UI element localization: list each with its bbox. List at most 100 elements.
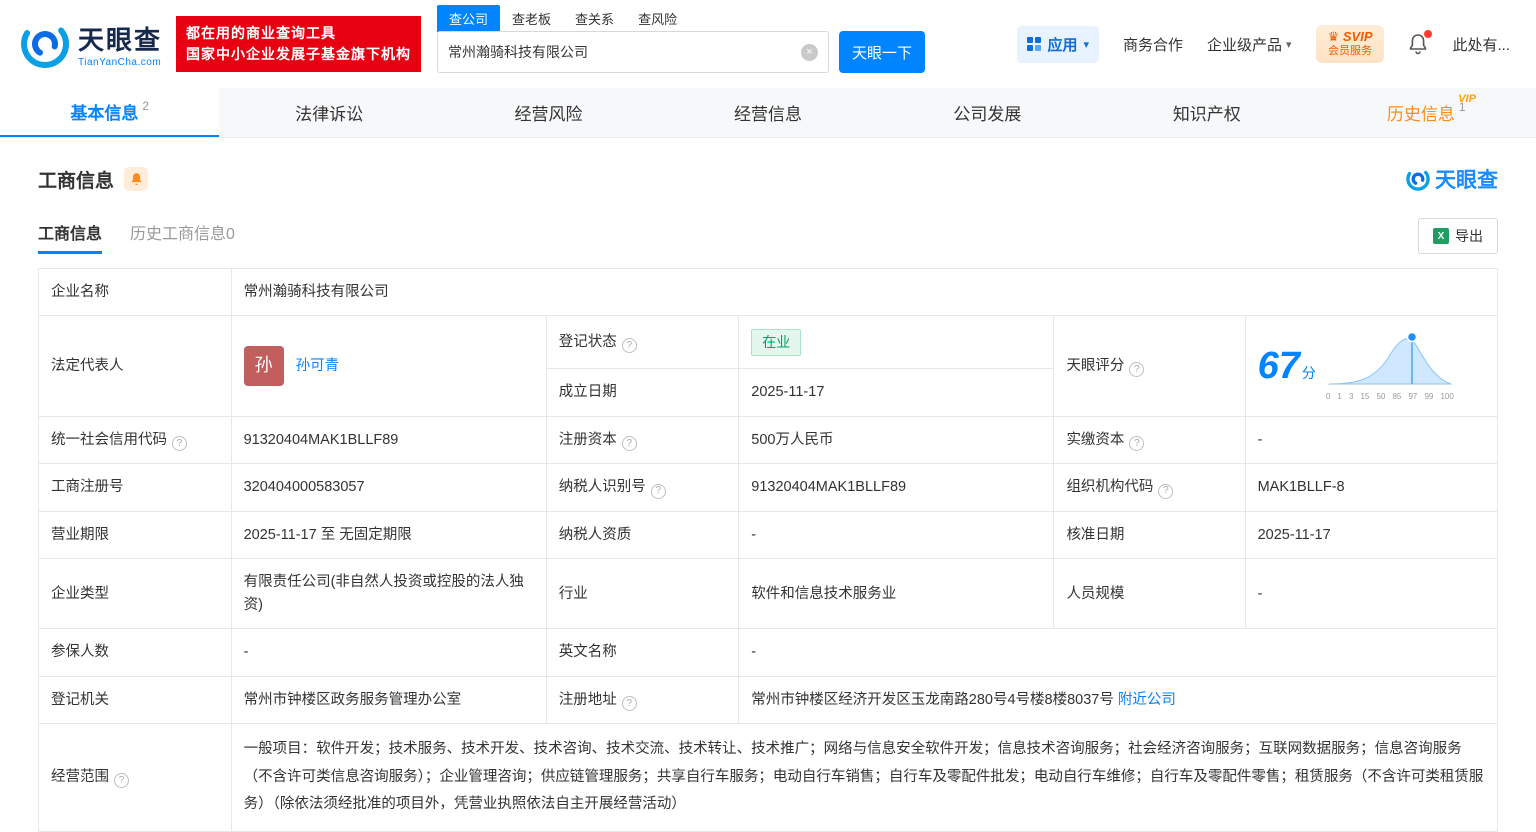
search-row: × 天眼一下: [437, 31, 926, 73]
tab-intellectual-property[interactable]: 知识产权: [1097, 88, 1316, 137]
reg-capital-label-text: 注册资本: [558, 431, 617, 448]
subtab-history-business-info[interactable]: 历史工商信息0: [130, 220, 235, 254]
axis-tick: 99: [1424, 392, 1434, 402]
clear-search-icon[interactable]: ×: [801, 43, 819, 61]
tab-operation-info[interactable]: 经营信息: [658, 88, 877, 137]
tab-operation-info-label: 经营信息: [733, 105, 802, 124]
notification-bell[interactable]: [1408, 30, 1433, 55]
avatar: 孙: [243, 346, 284, 387]
search-box: ×: [437, 31, 830, 73]
business-term-label: 营业期限: [38, 510, 232, 560]
subtab-business-info[interactable]: 工商信息: [38, 220, 103, 254]
tab-history-info-label: 历史信息: [1386, 105, 1455, 124]
tab-history-info[interactable]: VIP 历史信息 1: [1317, 88, 1536, 137]
tab-legal-litigation-label: 法律诉讼: [295, 105, 364, 124]
score-unit: 分: [1301, 364, 1316, 381]
score-axis-labels: 0 1 3 15 50 85 97 99 100: [1326, 391, 1454, 403]
axis-tick: 1: [1337, 392, 1342, 402]
reg-capital-value: 500万人民币: [738, 415, 1055, 465]
nearby-companies-link[interactable]: 附近公司: [1118, 692, 1176, 708]
enterprise-products-link[interactable]: 企业级产品 ▾: [1207, 34, 1292, 55]
section-sub-tabs: 工商信息 历史工商信息0 X 导出: [38, 218, 1498, 254]
score-value-wrap: 67 分: [1258, 347, 1316, 385]
search-input[interactable]: [448, 44, 802, 60]
table-row: 营业期限 2025-11-17 至 无固定期限 纳税人资质 - 核准日期 202…: [38, 510, 1499, 560]
enterprise-label: 企业级产品: [1207, 36, 1283, 54]
tianyancha-logo[interactable]: 天眼查 TianYanCha.com: [20, 19, 162, 69]
search-tab-boss[interactable]: 查老板: [500, 5, 563, 32]
chevron-down-icon: ▾: [1083, 38, 1090, 51]
reg-status-label-text: 登记状态: [558, 334, 617, 351]
table-row: 工商注册号 320404000583057 纳税人识别号? 91320404MA…: [38, 463, 1499, 512]
question-icon[interactable]: ?: [621, 695, 637, 711]
search-button[interactable]: 天眼一下: [839, 31, 926, 73]
reg-address-text: 常州市钟楼区经济开发区玉龙南路280号4号楼8楼8037号: [751, 691, 1114, 708]
crown-icon: ♛: [1327, 29, 1340, 44]
reg-address-label-text: 注册地址: [558, 691, 617, 708]
axis-tick: 85: [1392, 392, 1402, 402]
score-cell: 67 分 0 1 3 15 50 85 97 99 100: [1244, 315, 1499, 417]
export-button[interactable]: X 导出: [1418, 218, 1498, 254]
axis-tick: 100: [1440, 392, 1454, 402]
taxpayer-quality-value: -: [738, 510, 1055, 560]
approval-date-label: 核准日期: [1053, 510, 1246, 560]
company-type-label: 企业类型: [38, 558, 232, 630]
paid-capital-value: -: [1244, 415, 1499, 465]
question-icon[interactable]: ?: [621, 338, 637, 354]
header-right-menu: 应用 ▾ 商务合作 企业级产品 ▾ ♛ SVIP 会员服务 此处有...: [1017, 25, 1536, 63]
credit-code-value: 91320404MAK1BLLF89: [230, 415, 547, 465]
reg-status-value: 在业: [738, 315, 1055, 370]
staff-size-label: 人员规模: [1053, 558, 1246, 630]
taxpayer-quality-label: 纳税人资质: [545, 510, 740, 560]
excel-icon: X: [1433, 228, 1449, 244]
legal-rep-cell: 孙 孙可青: [230, 315, 547, 417]
table-row: 经营范围? 一般项目：软件开发；技术服务、技术开发、技术咨询、技术交流、技术转让…: [38, 723, 1499, 832]
taxpayer-id-label-text: 纳税人识别号: [558, 479, 646, 496]
main-content: 工商信息 天眼查 工商信息 历史工商信息0 X 导出 企业名称 常州瀚骑科技有限…: [0, 164, 1536, 832]
tab-company-development-label: 公司发展: [953, 105, 1022, 124]
page-title: 工商信息: [38, 170, 115, 192]
question-icon[interactable]: ?: [1158, 483, 1174, 499]
logo-text: 天眼查 TianYanCha.com: [78, 20, 162, 68]
company-nav-tabs: 基本信息 2 法律诉讼 经营风险 经营信息 公司发展 知识产权 VIP 历史信息…: [0, 88, 1536, 138]
question-icon[interactable]: ?: [1129, 436, 1145, 452]
tab-intellectual-property-label: 知识产权: [1172, 105, 1241, 124]
credit-code-label-text: 统一社会信用代码: [51, 431, 167, 448]
tab-legal-litigation[interactable]: 法律诉讼: [219, 88, 438, 137]
svip-membership-button[interactable]: ♛ SVIP 会员服务: [1315, 25, 1385, 63]
apps-menu[interactable]: 应用 ▾: [1017, 25, 1100, 63]
reg-number-value: 320404000583057: [230, 463, 547, 512]
business-term-value: 2025-11-17 至 无固定期限: [230, 510, 547, 560]
reg-capital-label: 注册资本?: [545, 415, 740, 465]
table-row: 统一社会信用代码? 91320404MAK1BLLF89 注册资本? 500万人…: [38, 415, 1499, 465]
question-icon[interactable]: ?: [621, 436, 637, 452]
establish-date-value: 2025-11-17: [738, 368, 1055, 417]
axis-tick: 3: [1348, 392, 1354, 402]
axis-tick: 50: [1376, 392, 1386, 402]
question-icon[interactable]: ?: [650, 483, 666, 499]
org-code-label: 组织机构代码?: [1053, 463, 1246, 512]
search-tab-relation[interactable]: 查关系: [563, 5, 626, 32]
user-account-link[interactable]: 此处有...: [1452, 34, 1510, 55]
reg-number-label: 工商注册号: [38, 463, 232, 512]
reg-authority-label: 登记机关: [38, 675, 232, 725]
table-row: 企业名称 常州瀚骑科技有限公司: [38, 267, 1499, 317]
watermark-label: 天眼查: [1435, 169, 1498, 192]
business-cooperation-link[interactable]: 商务合作: [1123, 34, 1183, 55]
business-scope-value: 一般项目：软件开发；技术服务、技术开发、技术咨询、技术交流、技术转让、技术推广；…: [230, 723, 1499, 832]
legal-rep-link[interactable]: 孙可青: [296, 355, 340, 377]
tab-company-development[interactable]: 公司发展: [878, 88, 1097, 137]
tab-basic-info[interactable]: 基本信息 2: [0, 88, 220, 137]
chevron-down-icon: ▾: [1286, 38, 1292, 51]
staff-size-value: -: [1244, 558, 1499, 630]
question-icon[interactable]: ?: [114, 773, 129, 789]
tab-operation-risk[interactable]: 经营风险: [439, 88, 658, 137]
subscribe-bell-button[interactable]: [124, 167, 149, 191]
question-icon[interactable]: ?: [172, 436, 187, 452]
apps-label: 应用: [1047, 36, 1078, 54]
axis-tick: 0: [1325, 392, 1331, 402]
logo-brand: 天眼查: [78, 25, 163, 55]
question-icon[interactable]: ?: [1129, 362, 1145, 378]
search-tab-company[interactable]: 查公司: [437, 4, 501, 32]
search-tab-risk[interactable]: 查风险: [626, 5, 689, 32]
